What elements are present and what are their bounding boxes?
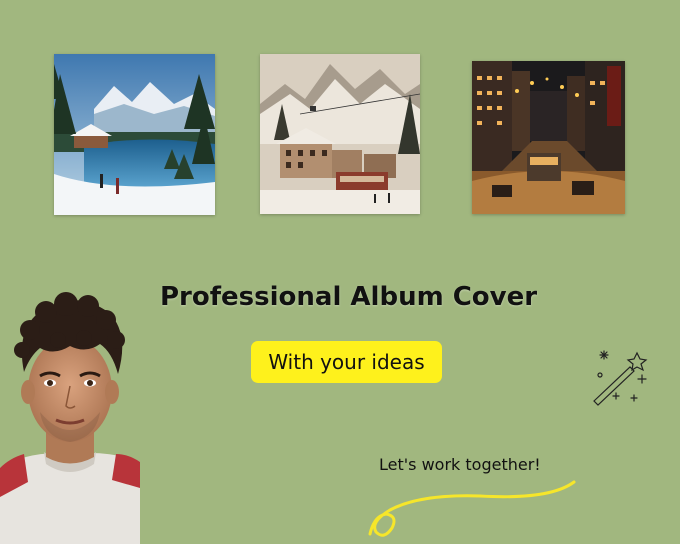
portrait-photo	[0, 282, 140, 544]
swoosh-underline	[368, 480, 576, 537]
tagline-badge: With your ideas	[251, 341, 442, 383]
album-cover-winter-lake	[54, 54, 215, 215]
magic-wand-icon	[593, 350, 648, 406]
tagline-text: With your ideas	[268, 350, 425, 374]
album-cover-alpine-tram	[260, 54, 420, 214]
album-cover-neon-city	[472, 61, 625, 214]
headline: Professional Album Cover	[160, 282, 538, 312]
